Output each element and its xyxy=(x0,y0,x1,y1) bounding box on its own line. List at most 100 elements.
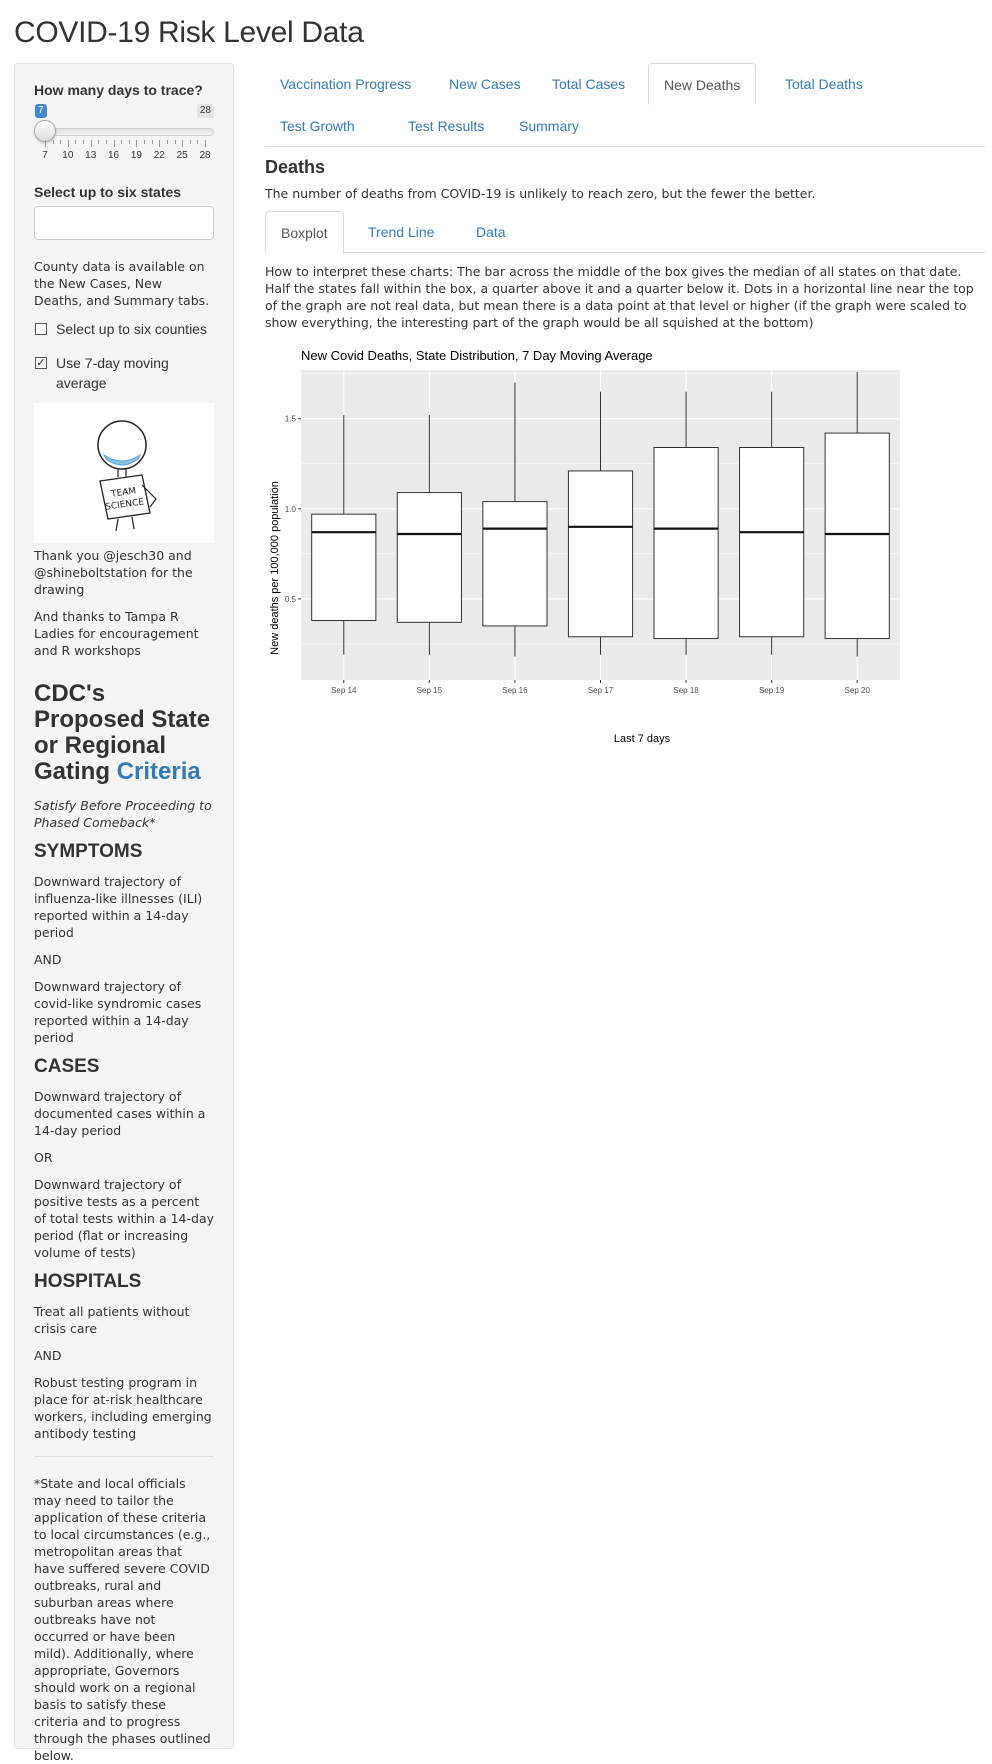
y-tick-label: 1.0 xyxy=(285,505,297,514)
x-axis-label: Last 7 days xyxy=(614,733,671,745)
tab-total-cases[interactable]: Total Cases xyxy=(537,63,640,105)
tab-total-deaths[interactable]: Total Deaths xyxy=(770,63,878,105)
x-tick-label: Sep 18 xyxy=(673,686,699,695)
slider-tick xyxy=(128,140,130,144)
y-axis: 0.5 1.0 1.5 xyxy=(285,415,301,604)
slider-tick xyxy=(121,140,123,144)
moving-average-checkbox-row[interactable]: ✓ Use 7-day moving average xyxy=(34,353,214,393)
box xyxy=(396,492,462,623)
tab-test-results[interactable]: Test Results xyxy=(393,105,499,147)
slider-tick xyxy=(182,140,184,147)
slider-tick xyxy=(205,140,206,147)
slider-tick xyxy=(52,140,54,144)
slider-tick xyxy=(189,140,191,144)
chart-subtabs: Boxplot Trend Line Data xyxy=(265,211,985,254)
cdc-subtitle: Satisfy Before Proceeding to Phased Come… xyxy=(34,798,212,830)
box xyxy=(739,447,805,638)
main-tabs: Vaccination Progress New Cases Total Cas… xyxy=(265,63,985,147)
cases-join: OR xyxy=(34,1150,53,1165)
hospitals-criterion-1: Treat all patients without crisis care xyxy=(34,1304,190,1336)
footnote: *State and local officials may need to t… xyxy=(34,1476,211,1763)
main-panel: Vaccination Progress New Cases Total Cas… xyxy=(265,63,985,331)
moving-average-checkbox-label: Use 7-day moving average xyxy=(56,355,169,391)
slider-tick xyxy=(197,140,199,144)
tab-vaccination-progress[interactable]: Vaccination Progress xyxy=(265,63,426,105)
tab-test-growth[interactable]: Test Growth xyxy=(265,105,370,147)
counties-checkbox[interactable] xyxy=(35,323,47,335)
chart-title: New Covid Deaths, State Distribution, 7 … xyxy=(301,348,653,363)
slider-max-bubble: 28 xyxy=(196,104,214,118)
slider-tick-label: 25 xyxy=(176,150,188,161)
cases-heading: CASES xyxy=(34,1056,100,1077)
slider-tick xyxy=(90,140,92,147)
slider-tick xyxy=(151,140,153,144)
days-label: How many days to trace? xyxy=(34,82,203,98)
counties-checkbox-row[interactable]: Select up to six counties xyxy=(34,319,214,339)
slider-tick-labels: 7 10 13 16 19 22 25 28 xyxy=(42,150,210,162)
slider-tick xyxy=(136,140,138,147)
slider-tick xyxy=(98,140,100,144)
x-tick-label: Sep 15 xyxy=(417,686,443,695)
hospitals-criterion-2: Robust testing program in place for at-r… xyxy=(34,1375,212,1441)
moving-average-checkbox[interactable]: ✓ xyxy=(35,357,47,369)
box xyxy=(482,501,548,627)
hospitals-join: AND xyxy=(34,1348,62,1363)
y-axis-label: New deaths per 100,000 population xyxy=(269,481,281,655)
slider-tick xyxy=(83,140,85,144)
thanks-drawing: Thank you @jesch30 and @shineboltstation… xyxy=(34,548,193,597)
slider-tick xyxy=(45,140,46,147)
slider-tick-label: 19 xyxy=(130,150,142,161)
deaths-boxplot-chart: New Covid Deaths, State Distribution, 7 … xyxy=(269,348,900,745)
subtab-trend-line[interactable]: Trend Line xyxy=(353,211,449,253)
slider-tick xyxy=(174,140,176,144)
cases-criterion-1: Downward trajectory of documented cases … xyxy=(34,1089,206,1138)
days-slider[interactable]: 7 28 7 10 13 16 19 22 25 28 xyxy=(34,104,214,170)
cases-criterion-2: Downward trajectory of positive tests as… xyxy=(34,1177,214,1260)
x-tick-label: Sep 14 xyxy=(331,686,357,695)
criteria-link[interactable]: Criteria xyxy=(117,758,201,785)
slider-tick-label: 7 xyxy=(42,150,48,161)
thanks-tampa-r-ladies: And thanks to Tampa R Ladies for encoura… xyxy=(34,609,199,658)
subtab-boxplot[interactable]: Boxplot xyxy=(265,211,344,254)
slider-handle[interactable] xyxy=(34,120,56,142)
slider-tick xyxy=(67,140,69,147)
box xyxy=(653,447,719,640)
cdc-criteria-title: CDC's Proposed State or Regional Gating … xyxy=(34,681,214,785)
slider-tick-label: 16 xyxy=(108,150,120,161)
y-tick-label: 0.5 xyxy=(285,595,297,604)
x-tick-label: Sep 20 xyxy=(845,686,871,695)
sidebar-divider xyxy=(34,1456,214,1457)
tab-new-deaths[interactable]: New Deaths xyxy=(648,63,757,105)
x-tick-label: Sep 16 xyxy=(502,686,528,695)
section-title: Deaths xyxy=(265,157,326,177)
y-tick-label: 1.5 xyxy=(285,415,297,424)
slider-tick xyxy=(60,140,62,144)
tab-new-cases[interactable]: New Cases xyxy=(434,63,536,105)
counties-checkbox-label: Select up to six counties xyxy=(56,321,207,337)
box xyxy=(824,432,890,640)
x-tick-label: Sep 17 xyxy=(588,686,614,695)
hospitals-heading: HOSPITALS xyxy=(34,1271,142,1292)
subtab-data[interactable]: Data xyxy=(461,211,521,253)
slider-tick xyxy=(113,140,115,147)
section-description: The number of deaths from COVID-19 is un… xyxy=(265,186,816,201)
tab-summary[interactable]: Summary xyxy=(504,105,594,147)
slider-tick xyxy=(75,140,77,144)
slider-ticks xyxy=(45,140,206,148)
slider-tick-label: 10 xyxy=(62,150,74,161)
slider-track[interactable] xyxy=(38,128,214,136)
county-note: County data is available on the New Case… xyxy=(34,259,210,308)
slider-tick xyxy=(166,140,168,144)
symptoms-heading: SYMPTOMS xyxy=(34,841,143,862)
team-science-drawing: TEAM SCIENCE xyxy=(34,403,214,543)
slider-tick-label: 28 xyxy=(199,150,211,161)
x-tick-label: Sep 19 xyxy=(759,686,785,695)
states-select-input[interactable] xyxy=(34,206,214,240)
team-science-drawing-svg: TEAM SCIENCE xyxy=(97,420,157,532)
slider-tick xyxy=(105,140,107,144)
sidebar: How many days to trace? 7 28 7 10 13 16 19 22… xyxy=(14,63,234,1763)
symptoms-join: AND xyxy=(34,952,62,967)
symptoms-criterion-1: Downward trajectory of influenza-like il… xyxy=(34,874,203,940)
x-axis: Sep 14 Sep 15 Sep 16 Sep 17 Sep 18 Sep 19 Sep … xyxy=(331,680,870,695)
slider-value-bubble: 7 xyxy=(35,104,47,118)
